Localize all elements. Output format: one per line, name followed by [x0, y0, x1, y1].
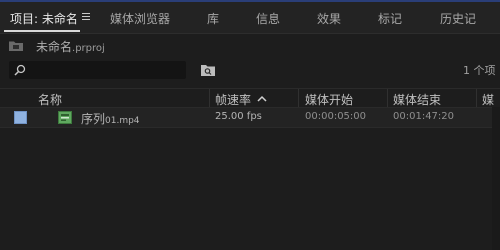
vertical-scrollbar[interactable]	[492, 107, 500, 250]
frame-rate-value: 25.00 fps	[215, 111, 262, 122]
column-header-row: 名称 帧速率 媒体开始 媒体结束 媒	[0, 88, 500, 108]
folder-icon	[9, 41, 23, 51]
panel-tab-bar: 项目: 未命名 媒体浏览器 库 信息 效果 标记 历史记	[0, 2, 500, 34]
new-bin-icon[interactable]	[201, 64, 215, 76]
column-name[interactable]: 名称	[38, 91, 62, 108]
tab-markers[interactable]: 标记	[378, 10, 402, 27]
row-divider	[0, 127, 492, 128]
table-row[interactable]: 序列01.mp4 25.00 fps 00:00:05:00 00:01:47:…	[0, 108, 500, 128]
column-media-start[interactable]: 媒体开始	[305, 91, 353, 108]
tab-effects[interactable]: 效果	[317, 10, 341, 27]
sequence-name[interactable]: 序列01.mp4	[81, 110, 140, 127]
sequence-name-suffix: 01.mp4	[105, 116, 140, 126]
search-input[interactable]	[31, 62, 185, 80]
project-name: 未命名	[36, 40, 73, 54]
tab-project[interactable]: 项目: 未命名	[10, 10, 78, 27]
column-media-duration[interactable]: 媒	[482, 91, 494, 108]
item-count: 1 个项	[463, 64, 496, 77]
tab-history[interactable]: 历史记	[440, 10, 476, 27]
tab-info[interactable]: 信息	[256, 10, 280, 27]
project-file-name: 未命名.prproj	[36, 38, 105, 55]
column-divider[interactable]	[476, 89, 477, 107]
label-color-swatch[interactable]	[14, 111, 27, 124]
hamburger-icon[interactable]	[82, 13, 90, 21]
media-end-value: 00:01:47:20	[393, 111, 455, 122]
search-box[interactable]	[9, 61, 186, 80]
tab-media-browser[interactable]: 媒体浏览器	[110, 10, 170, 27]
chevron-up-icon[interactable]	[257, 95, 267, 102]
sequence-icon	[58, 111, 72, 124]
column-media-end[interactable]: 媒体结束	[393, 91, 441, 108]
project-extension: .prproj	[72, 43, 105, 54]
active-tab-indicator	[4, 30, 80, 32]
column-frame-rate[interactable]: 帧速率	[215, 91, 251, 108]
tab-libraries[interactable]: 库	[207, 10, 219, 27]
column-divider[interactable]	[298, 89, 299, 107]
media-start-value: 00:00:05:00	[305, 111, 367, 122]
sequence-name-main: 序列	[81, 112, 106, 126]
search-icon	[14, 64, 26, 76]
column-divider[interactable]	[387, 89, 388, 107]
column-divider[interactable]	[209, 89, 210, 107]
